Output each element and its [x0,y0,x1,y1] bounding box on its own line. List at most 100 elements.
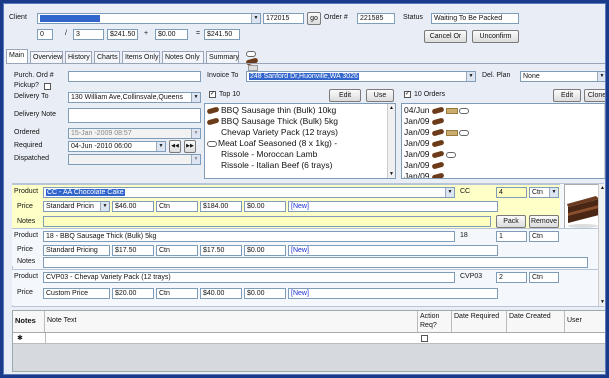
top10-use-button[interactable]: Use [366,89,394,102]
required-field[interactable]: 04-Jun -2010 06:00 ▼ [68,141,166,152]
column-header-date-required[interactable]: Date Required [452,311,507,332]
tab-main[interactable]: Main [6,49,28,63]
pricing-field[interactable]: Custom Price [43,288,110,299]
scroll-down-icon[interactable]: ▼ [600,299,605,305]
scroll-down-icon[interactable]: ▼ [605,171,606,177]
list-item[interactable]: Jan/09 [402,160,605,171]
invoice-to-select[interactable]: 248 Sanford Dr,Huonville,WA 3026 ▼ [246,71,476,82]
counter-b-field[interactable]: 3 [73,29,104,40]
list-item[interactable]: 04/Jun [402,105,605,116]
pricing-value: Standard Pricin [46,203,94,210]
tab-overview[interactable]: Overview [30,51,63,63]
products-scrollbar[interactable]: ▲ ▼ [598,184,605,306]
pricing-field[interactable]: Standard Pricing [43,245,110,256]
pack-icon [445,107,458,114]
order-number-field[interactable]: 221585 [357,13,395,24]
unit-field[interactable]: Ctn [529,231,559,242]
list-item[interactable]: Jan/09 [402,116,605,127]
product-select[interactable]: CVP03 - Chevap Variety Pack (12 trays) [43,272,455,283]
list-item[interactable]: BBQ Sausage thin (Bulk) 10kg [205,105,395,116]
total-field: $241.50 [204,29,240,40]
product-line[interactable]: Product CVP03 - Chevap Variety Pack (12 … [12,269,598,305]
cancel-order-button[interactable]: Cancel Or [424,30,467,43]
top10-checkbox[interactable]: ✓ [209,91,216,98]
scroll-up-icon[interactable]: ▲ [605,105,606,111]
column-header-note-text[interactable]: Note Text [45,311,418,332]
chevron-down-icon[interactable]: ▼ [100,202,109,211]
table-row[interactable]: ✱ [13,333,605,344]
list-item[interactable]: Jan/09 [402,149,605,160]
line-notes-field[interactable] [43,216,491,227]
del-plan-select[interactable]: None ▼ [520,71,605,82]
top10-edit-button[interactable]: Edit [329,89,361,102]
prev-day-button[interactable]: ◀◀ [169,140,181,153]
scroll-down-icon[interactable]: ▼ [388,171,395,177]
tab-history[interactable]: History [65,51,92,63]
orders10-clone-button[interactable]: Clone [584,89,605,102]
client-combo[interactable]: ▼ [37,13,261,24]
orders10-list[interactable]: 04/Jun Jan/09 Jan/09 Jan/09 Jan/09 Jan/0… [401,103,606,179]
qty-field[interactable]: 2 [496,272,527,283]
sausage-icon [431,117,445,126]
column-header-user[interactable]: User [565,311,605,332]
unit-price-field[interactable]: $46.00 [112,201,154,212]
top10-list[interactable]: BBQ Sausage thin (Bulk) 10kg BBQ Sausage… [204,103,396,179]
purch-order-field[interactable] [68,71,201,82]
chevron-down-icon[interactable]: ▼ [549,188,558,197]
list-item[interactable]: Jan/09 [402,171,605,178]
unit-field[interactable]: Ctn [529,272,559,283]
chevron-down-icon[interactable]: ▼ [597,72,605,81]
unit-price-field[interactable]: $17.50 [112,245,154,256]
list-item[interactable]: Rissole - Moroccan Lamb [205,149,395,160]
tab-items-only[interactable]: Items Only [122,51,160,63]
column-header-action-req[interactable]: Action Req? [418,311,452,332]
orders10-edit-button[interactable]: Edit [553,89,581,102]
scroll-up-icon[interactable]: ▲ [600,185,605,191]
unconfirm-button[interactable]: Unconfirm [472,30,519,43]
delivery-note-field[interactable] [68,108,201,123]
scroll-up-icon[interactable]: ▲ [388,105,395,111]
list-item-label: Rissole - Moroccan Lamb [221,149,318,159]
pricing-select[interactable]: Standard Pricin ▼ [43,201,110,212]
orders10-checkbox[interactable]: ✓ [404,91,411,98]
list-item[interactable]: Jan/09 [402,127,605,138]
line-notes-field[interactable] [43,257,588,268]
counter-a-field[interactable]: 0 [37,29,53,40]
chevron-down-icon[interactable]: ▼ [251,14,260,23]
list-item[interactable]: Rissole - Italian Beef (6 trays) [205,160,395,171]
notes-grid[interactable]: Notes Note Text Action Req? Date Require… [12,310,605,372]
column-header-date-created[interactable]: Date Created [507,311,565,332]
product-select[interactable]: CC - AA Chocolate Cake ▼ [43,187,455,198]
tab-notes-only[interactable]: Notes Only [162,51,204,63]
chevron-down-icon[interactable]: ▼ [191,93,200,102]
top10-scrollbar[interactable]: ▲ ▼ [387,104,395,178]
list-item[interactable]: Chevap Variety Pack (12 trays) [205,127,395,138]
list-item[interactable]: Meat Loaf Seasoned (8 x 1kg) - [205,138,395,149]
orders10-scrollbar[interactable]: ▲▼ [604,104,606,178]
qty-field[interactable]: 4 [496,187,527,198]
client-code-field[interactable]: 172015 [263,13,304,24]
unit-select[interactable]: Ctn ▼ [529,187,559,198]
del-plan-value: None [523,73,540,80]
product-line[interactable]: Product CC - AA Chocolate Cake ▼ CC 4 Ct… [12,184,560,228]
list-item[interactable]: Jan/09 [402,138,605,149]
tab-summary[interactable]: Summary [206,51,239,63]
blank-icon [207,163,219,169]
product-select[interactable]: 18 - BBQ Sausage Thick (Bulk) 5kg [43,231,455,242]
list-item[interactable]: BBQ Sausage Thick (Bulk) 5kg [205,116,395,127]
tab-icons [245,51,260,72]
qty-field[interactable]: 1 [496,231,527,242]
pickup-checkbox[interactable] [44,83,51,90]
unit-price-field[interactable]: $20.00 [112,288,154,299]
pack-button[interactable]: Pack [496,215,526,228]
action-required-checkbox[interactable] [421,335,428,342]
chevron-down-icon[interactable]: ▼ [445,188,454,197]
tab-charts[interactable]: Charts [94,51,120,63]
go-button[interactable]: go [307,12,321,25]
product-line[interactable]: Product 18 - BBQ Sausage Thick (Bulk) 5k… [12,228,598,268]
chevron-down-icon[interactable]: ▼ [466,72,475,81]
remove-button[interactable]: Remove [529,215,559,228]
delivery-to-select[interactable]: 130 William Ave,Collinsvale,Queens ▼ [68,92,201,103]
next-day-button[interactable]: ▶▶ [184,140,196,153]
chevron-down-icon[interactable]: ▼ [156,142,165,151]
